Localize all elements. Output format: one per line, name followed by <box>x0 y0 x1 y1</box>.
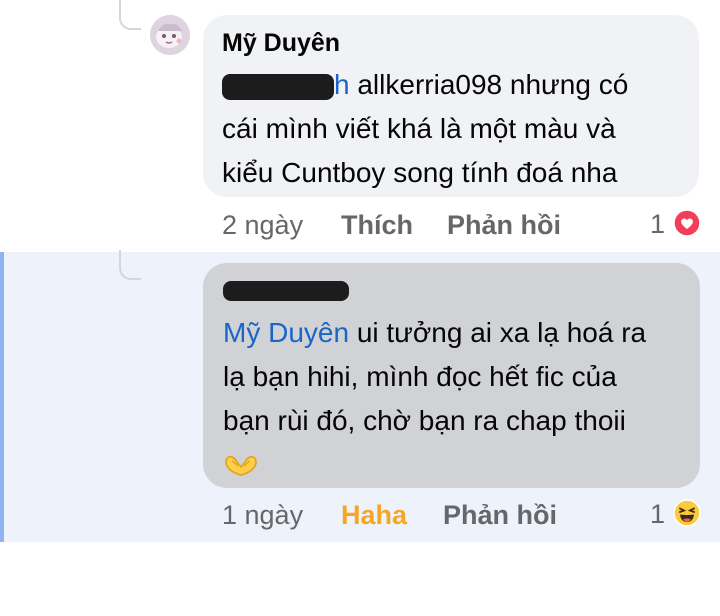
comment-text: Mỹ Duyên ui tưởng ai xa lạ hoá ra lạ bạn… <box>223 311 680 483</box>
comment-timestamp[interactable]: 2 ngày <box>222 208 303 242</box>
comment-line: h allkerria098 nhưng có <box>222 63 679 107</box>
redacted-author-name <box>223 281 349 301</box>
comment-line: lạ bạn hihi, mình đọc hết fic của <box>223 361 617 392</box>
like-button[interactable]: Thích <box>341 208 413 242</box>
mention-link[interactable]: Mỹ Duyên <box>223 317 349 348</box>
redacted-mention <box>222 73 334 100</box>
reply-button[interactable]: Phản hồi <box>443 498 557 532</box>
comment-timestamp[interactable]: 1 ngày <box>222 498 303 532</box>
thread-connector-line <box>119 250 141 280</box>
reply-button[interactable]: Phản hồi <box>447 208 561 242</box>
haha-reaction-button[interactable]: Haha <box>341 498 407 532</box>
highlight-edge-bar <box>0 252 4 542</box>
reaction-count[interactable]: 1 <box>650 207 665 241</box>
comment-line-text: allkerria098 nhưng có <box>349 69 629 100</box>
comment-line: kiểu Cuntboy song tính đoá nha <box>222 157 618 188</box>
comment-line: bạn rùi đó, chờ bạn ra chap thoii <box>223 405 626 436</box>
comment-bubble: Mỹ Duyên h allkerria098 nhưng có cái mìn… <box>203 15 699 197</box>
comment-line-text: ui tưởng ai xa lạ hoá ra <box>349 317 647 348</box>
avatar[interactable] <box>150 15 190 55</box>
haha-laugh-icon[interactable] <box>673 499 701 527</box>
thread-connector-line <box>119 0 141 30</box>
reaction-count[interactable]: 1 <box>650 497 665 531</box>
mention-link[interactable]: h <box>334 69 350 100</box>
heart-hands-icon <box>225 455 257 476</box>
comment-actions: 1 ngày Haha Phản hồi <box>222 498 582 532</box>
comment-text: h allkerria098 nhưng có cái mình viết kh… <box>222 63 679 195</box>
love-heart-icon[interactable] <box>673 209 701 237</box>
redacted-author <box>223 275 680 307</box>
comment-actions: 2 ngày Thích Phản hồi <box>222 208 582 242</box>
comment-line: cái mình viết khá là một màu và <box>222 113 616 144</box>
comment-author[interactable]: Mỹ Duyên <box>222 27 679 59</box>
comment-line: 🫶 <box>223 443 680 483</box>
avatar-image <box>150 15 190 55</box>
comment-line: Mỹ Duyên ui tưởng ai xa lạ hoá ra <box>223 311 680 355</box>
comment-bubble: Mỹ Duyên ui tưởng ai xa lạ hoá ra lạ bạn… <box>203 263 700 488</box>
